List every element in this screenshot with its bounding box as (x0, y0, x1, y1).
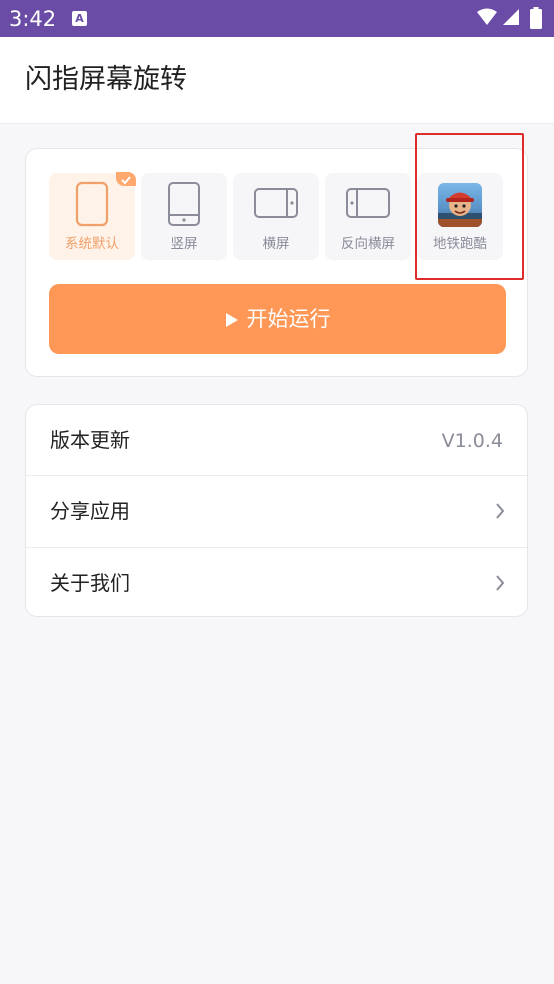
play-icon (225, 313, 238, 327)
version-update-row[interactable]: 版本更新 V1.0.4 (26, 405, 527, 476)
page-title: 闪指屏幕旋转 (25, 64, 187, 95)
about-us-label: 关于我们 (50, 571, 130, 595)
share-app-row[interactable]: 分享应用 (26, 476, 527, 547)
highlight-box (415, 133, 524, 280)
mode-landscape[interactable]: 横屏 (233, 173, 319, 260)
signal-icon (503, 9, 519, 25)
status-bar: 3:42 A (0, 0, 554, 37)
mode-label: 系统默认 (65, 236, 119, 252)
status-time: 3:42 (9, 7, 57, 31)
portrait-icon (168, 182, 200, 226)
mode-label: 竖屏 (170, 236, 198, 252)
about-us-row[interactable]: 关于我们 (26, 548, 527, 616)
mode-label: 反向横屏 (341, 236, 395, 252)
checkmark-icon (116, 172, 136, 186)
mode-reverse-landscape[interactable]: 反向横屏 (325, 173, 411, 260)
landscape-icon (254, 188, 298, 218)
battery-icon (530, 7, 542, 29)
chevron-right-icon (496, 575, 505, 591)
wifi-icon (477, 8, 497, 25)
reverse-landscape-icon (346, 188, 390, 218)
version-value: V1.0.4 (441, 430, 503, 452)
mode-system-default[interactable]: 系统默认 (49, 172, 136, 260)
chevron-right-icon (496, 503, 505, 519)
start-button[interactable]: 开始运行 (49, 284, 506, 354)
mode-portrait[interactable]: 竖屏 (141, 173, 227, 260)
app-bar: 闪指屏幕旋转 (0, 37, 554, 124)
mode-label: 横屏 (262, 236, 290, 252)
share-app-label: 分享应用 (50, 499, 130, 523)
phone-outline-icon (75, 181, 109, 227)
notification-a-icon: A (72, 11, 87, 26)
settings-list: 版本更新 V1.0.4 分享应用 关于我们 (25, 404, 528, 617)
version-update-label: 版本更新 (50, 428, 130, 452)
start-button-label: 开始运行 (246, 307, 331, 331)
